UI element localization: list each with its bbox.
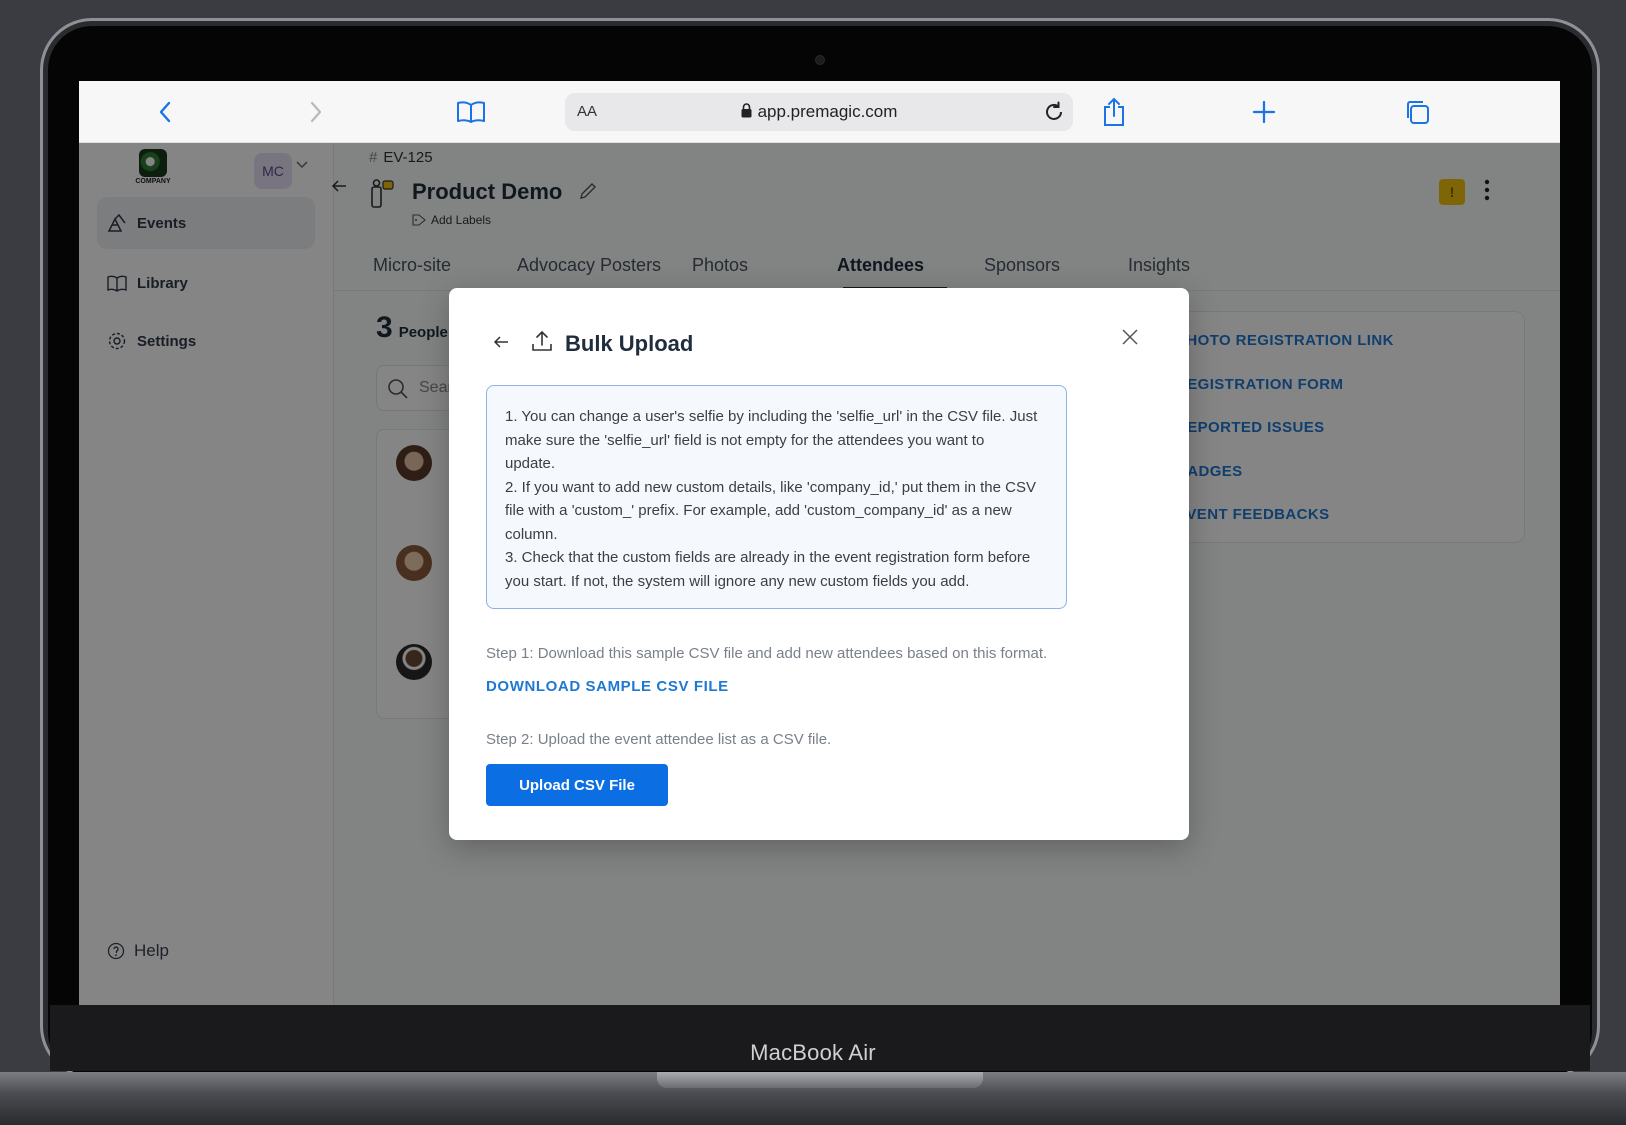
step1-text: Step 1: Download this sample CSV file an…	[486, 645, 1048, 662]
instruction-line: you start. If not, the system will ignor…	[505, 572, 970, 590]
back-chevron-icon[interactable]	[146, 93, 184, 131]
model-label: MacBook Air	[750, 1040, 876, 1065]
bookmarks-icon[interactable]	[452, 93, 490, 131]
lock-icon	[741, 103, 752, 118]
screen: AA app.premagic.com COMPANY MC Events Li…	[79, 81, 1560, 1005]
browser-toolbar: AA app.premagic.com	[79, 81, 1560, 143]
tabs-overview-icon[interactable]	[1398, 93, 1436, 131]
instruction-line: 2. If you want to add new custom details…	[505, 478, 1037, 496]
modal-back-arrow-icon[interactable]	[493, 335, 509, 349]
laptop-hinge	[657, 1072, 983, 1088]
close-icon[interactable]	[1121, 328, 1139, 346]
modal-title: Bulk Upload	[565, 331, 694, 356]
upload-icon	[532, 330, 552, 351]
instruction-line: 1. You can change a user's selfie by inc…	[505, 408, 1038, 425]
address-bar[interactable]: AA app.premagic.com	[565, 93, 1073, 131]
reload-icon[interactable]	[1041, 99, 1067, 125]
upload-csv-button[interactable]: Upload CSV File	[486, 764, 668, 806]
step2-text: Step 2: Upload the event attendee list a…	[486, 731, 832, 748]
new-tab-icon[interactable]	[1245, 93, 1283, 131]
instruction-line: column.	[505, 525, 558, 543]
instruction-line: update.	[505, 455, 556, 472]
bulk-upload-modal: Bulk Upload 1. You can change a user's s…	[449, 288, 1189, 840]
instruction-line: file with a 'custom_' prefix. For exampl…	[505, 502, 1012, 519]
share-icon[interactable]	[1095, 93, 1133, 131]
instructions-box: 1. You can change a user's selfie by inc…	[486, 385, 1067, 609]
instruction-line: make sure the 'selfie_url' field is not …	[505, 431, 985, 449]
instruction-line: 3. Check that the custom fields are alre…	[505, 549, 1031, 566]
forward-chevron-icon[interactable]	[297, 93, 335, 131]
url-text: app.premagic.com	[757, 102, 898, 121]
app: COMPANY MC Events Library Settings Help	[79, 143, 1560, 1005]
download-sample-csv-link[interactable]: DOWNLOAD SAMPLE CSV FILE	[486, 678, 729, 695]
camera-icon	[815, 55, 825, 65]
